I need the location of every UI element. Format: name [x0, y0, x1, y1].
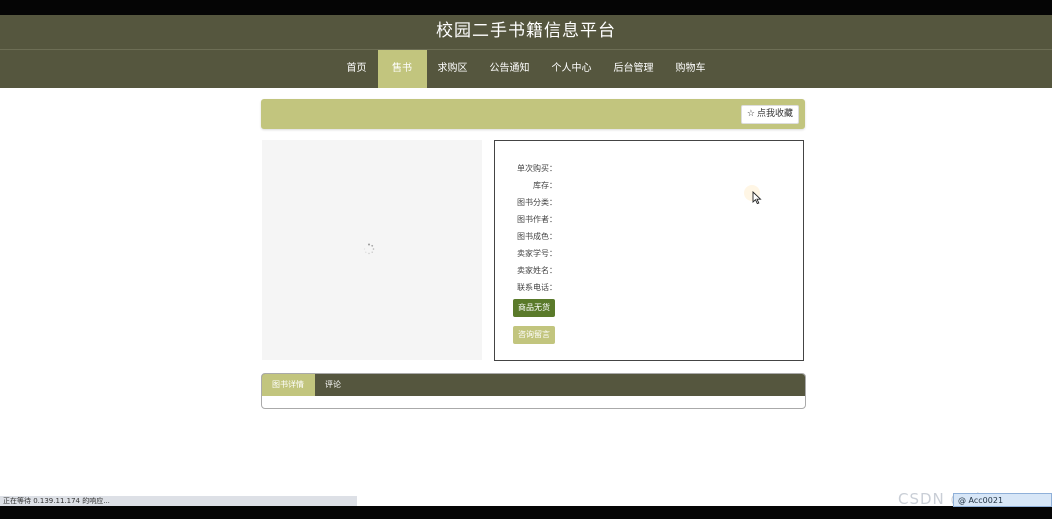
message-button[interactable]: 咨询留言 — [513, 326, 555, 344]
nav-home[interactable]: 首页 — [336, 50, 378, 88]
site-title: 校园二手书籍信息平台 — [436, 21, 616, 41]
sold-out-button[interactable]: 商品无货 — [513, 299, 555, 317]
info-label-stock: 库存： — [533, 181, 557, 190]
bottom-black-bar — [0, 506, 1052, 519]
nav-cart[interactable]: 购物车 — [665, 50, 717, 88]
book-title-bar: ☆ 点我收藏 — [261, 99, 805, 129]
star-outline-icon: ☆ — [746, 109, 755, 119]
favorite-button[interactable]: ☆ 点我收藏 — [740, 105, 799, 124]
browser-status-bar: 正在等待 0.139.11.174 的响应... — [0, 496, 357, 506]
info-label-phone: 联系电话： — [517, 283, 557, 292]
tray-notification: @ Acc0021 — [953, 493, 1052, 507]
info-label-category: 图书分类： — [517, 198, 557, 207]
info-label-purchase: 单次购买： — [517, 164, 557, 173]
nav-personal-center[interactable]: 个人中心 — [541, 50, 603, 88]
info-label-seller-id: 卖家学号： — [517, 249, 557, 258]
site-header: 校园二手书籍信息平台 — [0, 15, 1052, 50]
tab-book-details[interactable]: 图书详情 — [262, 374, 315, 396]
loading-spinner-icon — [363, 243, 375, 255]
tabs-header: 图书详情 评论 — [262, 374, 805, 396]
top-black-bar — [0, 0, 1052, 15]
book-info-panel: 单次购买： 库存： 图书分类： 图书作者： 图书成色： 卖家学号： 卖家姓名： … — [494, 140, 804, 361]
main-nav: 首页 售书区 求购区 公告通知 个人中心 后台管理 购物车 — [0, 50, 1052, 111]
info-label-condition: 图书成色： — [517, 232, 557, 241]
nav-sell-books[interactable]: 售书区 — [377, 50, 427, 111]
nav-announcements[interactable]: 公告通知 — [479, 50, 541, 88]
nav-admin[interactable]: 后台管理 — [603, 50, 665, 88]
mouse-cursor-icon — [752, 191, 762, 205]
detail-tabs: 图书详情 评论 — [261, 373, 806, 409]
info-label-seller-name: 卖家姓名： — [517, 266, 557, 275]
tab-comments[interactable]: 评论 — [315, 374, 351, 396]
nav-wanted[interactable]: 求购区 — [427, 50, 479, 88]
info-label-author: 图书作者： — [517, 215, 557, 224]
favorite-label: 点我收藏 — [756, 109, 793, 119]
